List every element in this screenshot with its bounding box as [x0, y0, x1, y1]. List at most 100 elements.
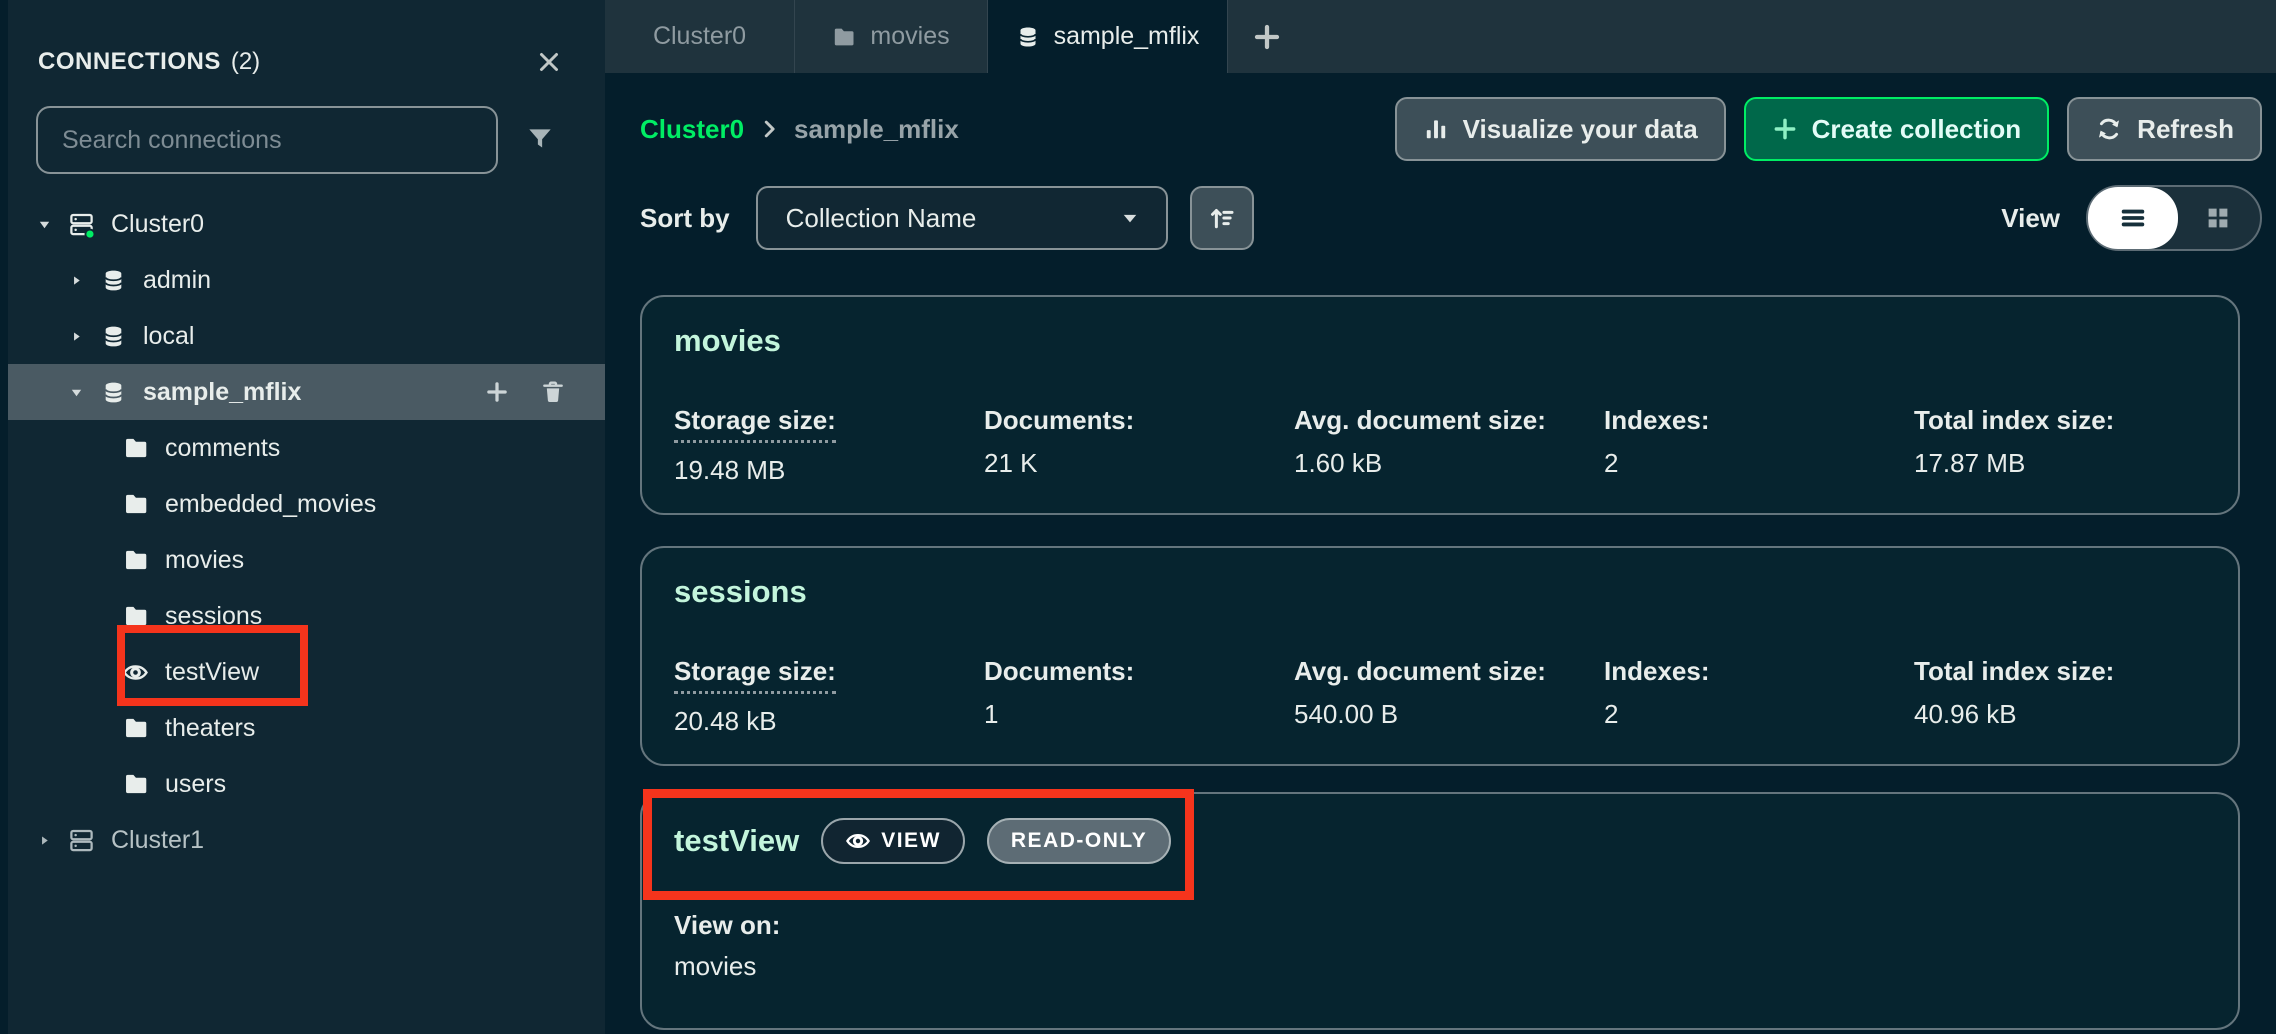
- tree-item-sample-mflix[interactable]: sample_mflix: [0, 364, 605, 420]
- plus-icon: [1772, 116, 1798, 142]
- refresh-button[interactable]: Refresh: [2067, 97, 2262, 161]
- search-row: [36, 106, 571, 174]
- caret-right-icon[interactable]: [68, 330, 84, 343]
- caret-down-icon[interactable]: [68, 385, 84, 400]
- tree-item-users[interactable]: users: [0, 756, 605, 812]
- button-label: Visualize your data: [1463, 114, 1698, 145]
- stat-avg-document-size: Avg. document size: 1.60 kB: [1294, 405, 1604, 486]
- tree-item-theaters[interactable]: theaters: [0, 700, 605, 756]
- database-icon: [100, 379, 127, 406]
- tab-cluster0[interactable]: Cluster0: [605, 0, 795, 73]
- breadcrumb-database: sample_mflix: [794, 114, 959, 145]
- sort-by-label: Sort by: [640, 203, 730, 234]
- stat-total-index-size: Total index size: 17.87 MB: [1914, 405, 2114, 486]
- tree-item-cluster1[interactable]: Cluster1: [0, 812, 605, 868]
- stat-value: 21 K: [984, 448, 1294, 479]
- button-label: Refresh: [2137, 114, 2234, 145]
- tree-item-embedded-movies[interactable]: embedded_movies: [0, 476, 605, 532]
- sort-field-value: Collection Name: [786, 203, 977, 234]
- workspace-tabbar: Cluster0 movies sample_mflix: [605, 0, 2276, 73]
- create-collection-icon[interactable]: [483, 378, 511, 406]
- view-label: View: [2001, 203, 2060, 234]
- stat-label: Total index size:: [1914, 405, 2114, 436]
- view-on-value: movies: [674, 951, 780, 982]
- tree-item-label: comments: [165, 434, 280, 463]
- filter-icon[interactable]: [518, 118, 562, 162]
- view-on-label: View on:: [674, 910, 780, 941]
- stat-indexes: Indexes: 2: [1604, 656, 1914, 737]
- collection-card-testview[interactable]: testView VIEW READ-ONLY: [640, 792, 2240, 1030]
- search-connections-input[interactable]: [36, 106, 498, 174]
- new-tab-button[interactable]: [1228, 0, 1306, 73]
- tree-item-comments[interactable]: comments: [0, 420, 605, 476]
- database-icon: [100, 267, 127, 294]
- folder-icon: [122, 715, 149, 742]
- sort-direction-button[interactable]: [1190, 186, 1254, 250]
- view-on-section: View on: movies: [674, 910, 780, 982]
- window-edge: [0, 0, 8, 1034]
- tree-item-label: sessions: [165, 602, 262, 631]
- stat-documents: Documents: 1: [984, 656, 1294, 737]
- grid-view-toggle[interactable]: [2176, 187, 2260, 249]
- header-row: Cluster0 sample_mflix: [640, 97, 2262, 161]
- tree-item-local[interactable]: local: [0, 308, 605, 364]
- breadcrumb-cluster[interactable]: Cluster0: [640, 114, 744, 145]
- list-view-toggle[interactable]: [2088, 187, 2178, 249]
- stat-value: 19.48 MB: [674, 455, 984, 486]
- close-sidebar-icon[interactable]: [531, 44, 567, 80]
- collection-card-movies[interactable]: movies Storage size: 19.48 MB Documents:…: [640, 295, 2240, 515]
- tree-item-label: theaters: [165, 714, 255, 743]
- connections-sidebar: CONNECTIONS (2): [0, 0, 605, 1034]
- stat-label: Total index size:: [1914, 656, 2114, 687]
- stat-value: 1.60 kB: [1294, 448, 1604, 479]
- server-icon: [68, 211, 95, 238]
- sidebar-header: CONNECTIONS (2): [0, 0, 605, 80]
- visualize-data-button[interactable]: Visualize your data: [1395, 97, 1726, 161]
- folder-icon: [122, 435, 149, 462]
- tab-label: Cluster0: [653, 22, 746, 51]
- caret-right-icon[interactable]: [36, 834, 52, 847]
- collection-name[interactable]: testView: [674, 823, 799, 859]
- folder-icon: [122, 771, 149, 798]
- tree-item-admin[interactable]: admin: [0, 252, 605, 308]
- tree-item-movies[interactable]: movies: [0, 532, 605, 588]
- sort-field-dropdown[interactable]: Collection Name: [756, 186, 1168, 250]
- server-icon: [68, 827, 95, 854]
- tab-sample-mflix[interactable]: sample_mflix: [988, 0, 1228, 73]
- stat-value: 17.87 MB: [1914, 448, 2114, 479]
- badge-label: VIEW: [881, 829, 941, 853]
- drop-database-icon[interactable]: [539, 378, 567, 406]
- view-segmented-control: [2086, 185, 2262, 251]
- sort-ascending-icon: [1207, 203, 1237, 233]
- stat-value: 540.00 B: [1294, 699, 1604, 730]
- tree-item-testview[interactable]: testView: [0, 644, 605, 700]
- stat-value: 2: [1604, 699, 1914, 730]
- tree-item-label: embedded_movies: [165, 490, 376, 519]
- caret-down-icon[interactable]: [36, 217, 52, 232]
- stat-total-index-size: Total index size: 40.96 kB: [1914, 656, 2114, 737]
- tree-item-cluster0[interactable]: Cluster0: [0, 196, 605, 252]
- tree-item-label: admin: [143, 266, 211, 295]
- folder-icon: [122, 547, 149, 574]
- read-only-badge: READ-ONLY: [987, 818, 1171, 864]
- tree-item-label: Cluster0: [111, 210, 204, 239]
- folder-icon: [122, 603, 149, 630]
- stat-label[interactable]: Storage size:: [674, 656, 836, 694]
- caret-right-icon[interactable]: [68, 274, 84, 287]
- collection-name[interactable]: sessions: [674, 574, 807, 610]
- list-icon: [2117, 202, 2149, 234]
- stat-documents: Documents: 21 K: [984, 405, 1294, 486]
- tree-item-label: local: [143, 322, 194, 351]
- tab-movies[interactable]: movies: [795, 0, 988, 73]
- stat-label: Avg. document size:: [1294, 656, 1546, 687]
- view-toggle-group: View: [2001, 185, 2262, 251]
- chevron-right-icon: [758, 118, 780, 140]
- collection-card-sessions[interactable]: sessions Storage size: 20.48 kB Document…: [640, 546, 2240, 766]
- stat-label[interactable]: Storage size:: [674, 405, 836, 443]
- stat-label: Indexes:: [1604, 656, 1710, 687]
- tree-item-sessions[interactable]: sessions: [0, 588, 605, 644]
- badge-label: READ-ONLY: [1011, 829, 1147, 853]
- collection-name[interactable]: movies: [674, 323, 781, 359]
- folder-icon: [122, 491, 149, 518]
- create-collection-button[interactable]: Create collection: [1744, 97, 2050, 161]
